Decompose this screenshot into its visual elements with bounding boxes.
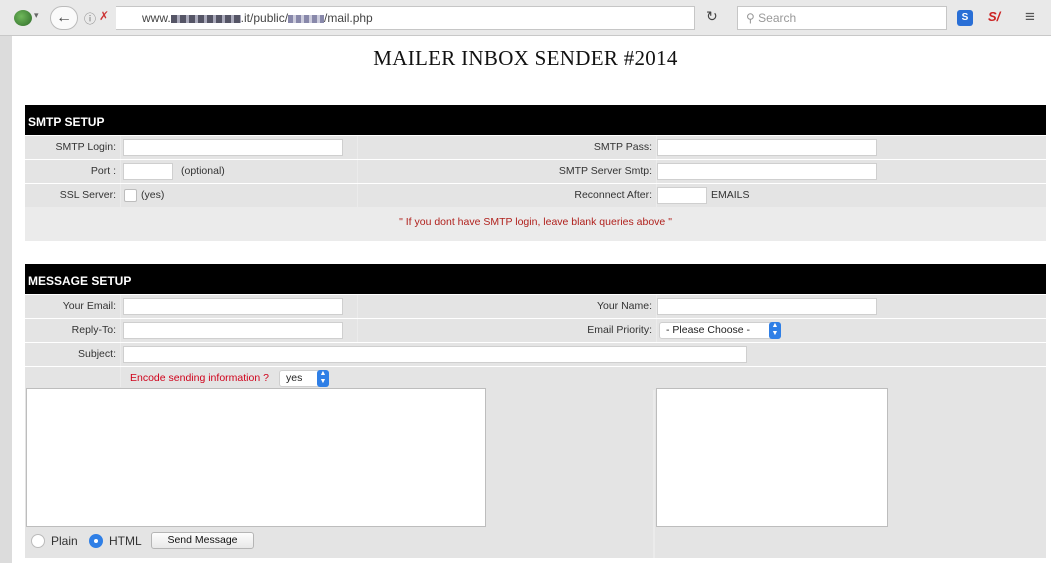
smtp-pass-input[interactable] bbox=[657, 139, 877, 156]
smtp-server-label: SMTP Server Smtp: bbox=[558, 165, 652, 177]
insecure-lock-icon[interactable]: ✗ bbox=[99, 9, 109, 23]
plain-label: Plain bbox=[51, 534, 78, 548]
select-arrows-icon: ▲ ▼ bbox=[769, 322, 781, 339]
port-hint: (optional) bbox=[181, 165, 225, 177]
url-middle: .it/public/ bbox=[240, 11, 289, 25]
smtp-server-input[interactable] bbox=[657, 163, 877, 180]
smtp-pass-label: SMTP Pass: bbox=[593, 141, 652, 153]
browser-toolbar: ▾ ← ⓘ ✗ www. .it/public/ /mail.php ↻ ⚲ Sea… bbox=[0, 0, 1051, 36]
page-title: MAILER INBOX SENDER #2014 bbox=[373, 46, 678, 70]
smtp-row-port: Port : (optional) SMTP Server Smtp: bbox=[25, 159, 1046, 183]
redacted-path bbox=[288, 14, 325, 23]
reconnect-after-input[interactable] bbox=[657, 187, 707, 204]
smtp-setup-heading: SMTP SETUP bbox=[25, 105, 1046, 135]
arrow-left-icon: ← bbox=[56, 9, 72, 26]
smtp-row-ssl: SSL Server: (yes) Reconnect After: EMAIL… bbox=[25, 183, 1046, 207]
search-icon: ⚲ bbox=[746, 11, 755, 25]
select-arrows-icon: ▲ ▼ bbox=[317, 370, 329, 387]
port-input[interactable] bbox=[123, 163, 173, 180]
reply-to-input[interactable] bbox=[123, 322, 343, 339]
url-suffix: /mail.php bbox=[324, 11, 373, 25]
smtp-login-input[interactable] bbox=[123, 139, 343, 156]
smtp-login-label: SMTP Login: bbox=[55, 141, 116, 153]
extension-s-icon[interactable]: S bbox=[957, 10, 973, 26]
reload-icon[interactable]: ↻ bbox=[706, 8, 718, 25]
message-body-textarea[interactable] bbox=[26, 388, 486, 527]
hamburger-menu-icon[interactable]: ≡ bbox=[1025, 7, 1035, 27]
info-icon[interactable]: ⓘ bbox=[84, 10, 96, 27]
encode-select[interactable]: yes ▲ ▼ bbox=[279, 370, 329, 387]
ssl-checkbox[interactable] bbox=[124, 189, 137, 202]
plain-radio[interactable] bbox=[31, 534, 45, 548]
your-name-label: Your Name: bbox=[596, 300, 652, 312]
smtp-setup-panel: SMTP SETUP SMTP Login: SMTP Pass: Port :… bbox=[25, 105, 1046, 241]
message-row-email: Your Email: Your Name: bbox=[25, 294, 1046, 318]
email-priority-select[interactable]: - Please Choose - ▲ ▼ bbox=[659, 322, 781, 339]
subject-label: Subject: bbox=[78, 348, 116, 360]
redacted-domain bbox=[170, 14, 241, 23]
your-name-input[interactable] bbox=[657, 298, 877, 315]
back-button[interactable]: ← bbox=[50, 6, 78, 30]
message-setup-panel: MESSAGE SETUP Your Email: Your Name: Rep… bbox=[25, 264, 1046, 558]
window-left-border bbox=[0, 36, 12, 563]
reply-to-label: Reply-To: bbox=[71, 324, 116, 336]
message-row-reply: Reply-To: Email Priority: - Please Choos… bbox=[25, 318, 1046, 342]
browser-search-field[interactable]: ⚲ Search bbox=[737, 6, 947, 30]
send-message-button[interactable]: Send Message bbox=[151, 532, 254, 549]
url-prefix: www. bbox=[142, 11, 171, 25]
email-priority-label: Email Priority: bbox=[587, 324, 652, 336]
reconnect-after-label: Reconnect After: bbox=[574, 189, 652, 201]
search-placeholder: Search bbox=[758, 11, 797, 25]
ssl-hint: (yes) bbox=[141, 189, 165, 201]
smtp-row-login: SMTP Login: SMTP Pass: bbox=[25, 135, 1046, 159]
extension-sj-icon[interactable]: S/ bbox=[988, 9, 1000, 24]
side-textarea[interactable] bbox=[656, 388, 888, 527]
chevron-down-icon[interactable]: ▾ bbox=[34, 10, 39, 21]
globe-icon[interactable] bbox=[14, 10, 32, 26]
address-bar[interactable]: www. .it/public/ /mail.php bbox=[116, 6, 695, 30]
smtp-note: " If you dont have SMTP login, leave bla… bbox=[399, 216, 672, 228]
reconnect-unit: EMAILS bbox=[711, 189, 750, 201]
message-row-subject: Subject: bbox=[25, 342, 1046, 366]
your-email-input[interactable] bbox=[123, 298, 343, 315]
ssl-server-label: SSL Server: bbox=[59, 189, 116, 201]
your-email-label: Your Email: bbox=[62, 300, 116, 312]
email-priority-value: - Please Choose - bbox=[666, 324, 751, 336]
message-setup-heading: MESSAGE SETUP bbox=[25, 264, 1046, 294]
subject-input[interactable] bbox=[123, 346, 747, 363]
encode-value: yes bbox=[286, 372, 303, 384]
port-label: Port : bbox=[90, 165, 116, 177]
html-radio[interactable] bbox=[89, 534, 103, 548]
html-label: HTML bbox=[109, 534, 142, 548]
